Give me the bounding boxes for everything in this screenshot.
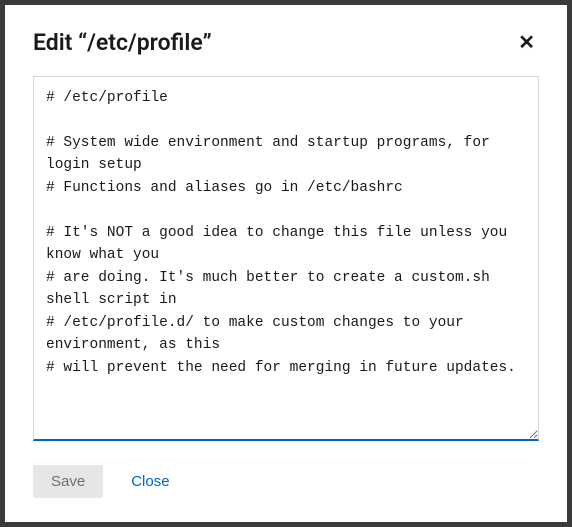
save-button[interactable]: Save bbox=[33, 465, 103, 498]
close-icon[interactable]: ✕ bbox=[514, 33, 539, 53]
edit-file-modal: Edit “/etc/profile” ✕ Save Close bbox=[5, 5, 567, 522]
modal-header: Edit “/etc/profile” ✕ bbox=[33, 29, 539, 56]
modal-title: Edit “/etc/profile” bbox=[33, 29, 212, 56]
close-button[interactable]: Close bbox=[127, 465, 173, 498]
file-content-editor[interactable] bbox=[33, 76, 539, 441]
modal-footer: Save Close bbox=[33, 465, 539, 498]
